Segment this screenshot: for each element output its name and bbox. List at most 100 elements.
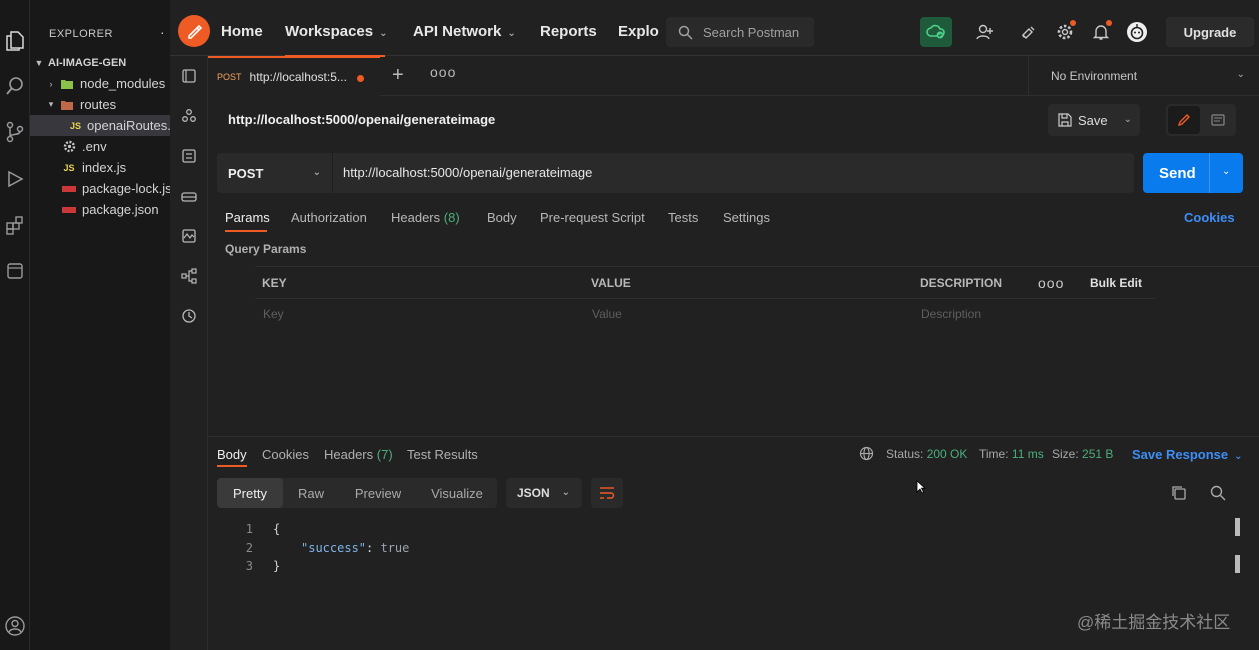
environment-select[interactable]: No Environment ⌄	[1028, 56, 1259, 96]
search-icon[interactable]	[0, 69, 30, 103]
tree-item-node-modules[interactable]: › node_modules	[30, 73, 170, 94]
table-more-icon[interactable]: ooo	[1038, 275, 1064, 291]
settings-gear-icon[interactable]	[1053, 20, 1077, 44]
tree-item-package-lock[interactable]: package-lock.json	[30, 178, 170, 199]
chevron-down-icon[interactable]: ⌄	[1222, 166, 1230, 177]
method-select[interactable]: POST ⌄	[217, 153, 333, 193]
tree-root-folder[interactable]: ▼ AI-IMAGE-GEN	[30, 52, 170, 73]
search-icon[interactable]	[1210, 485, 1226, 506]
avatar[interactable]	[1125, 20, 1149, 44]
url-input[interactable]: http://localhost:5000/openai/generateima…	[343, 165, 592, 180]
request-tab[interactable]: POST http://localhost:5...	[208, 56, 380, 96]
response-time[interactable]: Time: 11 ms	[979, 447, 1044, 461]
unsaved-dot	[357, 75, 364, 82]
column-header-description: DESCRIPTION	[920, 276, 1003, 290]
chevron-right-icon: ›	[49, 78, 53, 89]
param-key-input[interactable]: Key	[263, 307, 284, 321]
size-label: Size:	[1052, 447, 1079, 461]
response-tab-cookies[interactable]: Cookies	[262, 447, 309, 462]
nav-api-network[interactable]: API Network ⌄	[413, 23, 516, 40]
collections-icon[interactable]	[179, 66, 199, 86]
tab-params[interactable]: Params	[225, 210, 270, 225]
nav-workspaces-label: Workspaces	[285, 23, 374, 40]
tab-settings[interactable]: Settings	[723, 210, 770, 225]
satellite-icon[interactable]	[1017, 20, 1041, 44]
status-label: Status:	[886, 447, 924, 461]
apis-icon[interactable]	[179, 106, 199, 126]
send-split	[1209, 153, 1210, 193]
tab-body[interactable]: Body	[487, 210, 517, 225]
nav-workspaces[interactable]: Workspaces ⌄	[285, 23, 388, 40]
monitors-icon[interactable]	[179, 226, 199, 246]
remote-explorer-icon[interactable]	[0, 254, 30, 288]
tab-authorization[interactable]: Authorization	[291, 210, 367, 225]
extensions-icon[interactable]	[0, 208, 30, 242]
invite-user-icon[interactable]	[973, 20, 997, 44]
edit-pencil-icon[interactable]	[1168, 106, 1200, 134]
response-status[interactable]: Status: 200 OK	[886, 447, 967, 461]
upgrade-button[interactable]: Upgrade	[1166, 17, 1254, 47]
send-label: Send	[1159, 165, 1196, 182]
save-button[interactable]: Save ⌄	[1048, 104, 1140, 136]
request-title[interactable]: http://localhost:5000/openai/generateima…	[228, 112, 495, 127]
method-label: POST	[228, 165, 264, 181]
tree-item-index-js[interactable]: JS index.js	[30, 157, 170, 178]
tab-tests[interactable]: Tests	[668, 210, 698, 225]
param-value-input[interactable]: Value	[592, 307, 622, 321]
copy-icon[interactable]	[1171, 485, 1187, 506]
tree-item-routes[interactable]: ▾ routes	[30, 94, 170, 115]
scrollbar-thumb[interactable]	[1235, 555, 1240, 573]
tree-item-openai-routes[interactable]: JS openaiRoutes.js	[30, 115, 170, 136]
response-tab-headers[interactable]: Headers (7)	[324, 447, 393, 462]
environments-icon[interactable]	[179, 146, 199, 166]
history-icon[interactable]	[179, 306, 199, 326]
json-separator: :	[366, 541, 381, 555]
nav-home[interactable]: Home	[221, 23, 263, 40]
cookies-link[interactable]: Cookies	[1184, 210, 1235, 225]
language-select[interactable]: JSON ⌄	[506, 478, 582, 508]
format-pretty[interactable]: Pretty	[217, 478, 283, 508]
chevron-down-icon: ⌄	[561, 487, 570, 498]
tab-headers-label: Headers	[391, 210, 441, 225]
format-visualize[interactable]: Visualize	[417, 478, 497, 508]
save-response-button[interactable]: Save Response ⌄	[1132, 447, 1243, 462]
node-folder-icon	[60, 77, 74, 91]
response-size[interactable]: Size: 251 B	[1052, 447, 1113, 461]
postman-logo[interactable]	[178, 15, 210, 47]
tree-item-label: .env	[82, 139, 107, 154]
tree-item-label: openaiRoutes.js	[87, 118, 170, 133]
wrap-lines-icon[interactable]	[591, 478, 623, 508]
documentation-icon[interactable]	[1202, 106, 1234, 134]
search-input[interactable]: Search Postman	[666, 17, 814, 47]
time-label: Time:	[979, 447, 1009, 461]
globe-icon[interactable]	[859, 446, 874, 466]
flows-icon[interactable]	[179, 266, 199, 286]
account-icon[interactable]	[0, 609, 30, 643]
send-button[interactable]: Send ⌄	[1143, 153, 1243, 193]
tab-prerequest-script[interactable]: Pre-request Script	[540, 210, 645, 225]
line-number: 3	[245, 559, 253, 573]
bulk-edit-button[interactable]: Bulk Edit	[1090, 276, 1142, 290]
scrollbar-thumb[interactable]	[1235, 518, 1240, 536]
files-icon[interactable]	[0, 24, 30, 58]
bell-icon[interactable]	[1089, 20, 1113, 44]
source-control-icon[interactable]	[0, 115, 30, 149]
tree-item-package-json[interactable]: package.json	[30, 199, 170, 220]
tree-item-env[interactable]: .env	[30, 136, 170, 157]
response-divider[interactable]	[208, 436, 1259, 437]
tab-headers[interactable]: Headers (8)	[391, 210, 460, 225]
nav-explore[interactable]: Explo	[618, 23, 659, 40]
response-tab-body[interactable]: Body	[217, 447, 247, 462]
new-tab-plus-icon[interactable]: +	[392, 64, 404, 87]
format-raw[interactable]: Raw	[283, 478, 339, 508]
response-tab-test-results[interactable]: Test Results	[407, 447, 478, 462]
nav-reports[interactable]: Reports	[540, 23, 597, 40]
mock-servers-icon[interactable]	[179, 186, 199, 206]
explorer-more-icon[interactable]: ·	[160, 24, 165, 40]
param-description-input[interactable]: Description	[921, 307, 981, 321]
cloud-sync-icon[interactable]	[920, 17, 952, 47]
run-debug-icon[interactable]	[0, 162, 30, 196]
format-preview[interactable]: Preview	[339, 478, 417, 508]
tab-more-icon[interactable]: ooo	[430, 64, 456, 80]
code-line-success: "success": true	[301, 541, 409, 555]
